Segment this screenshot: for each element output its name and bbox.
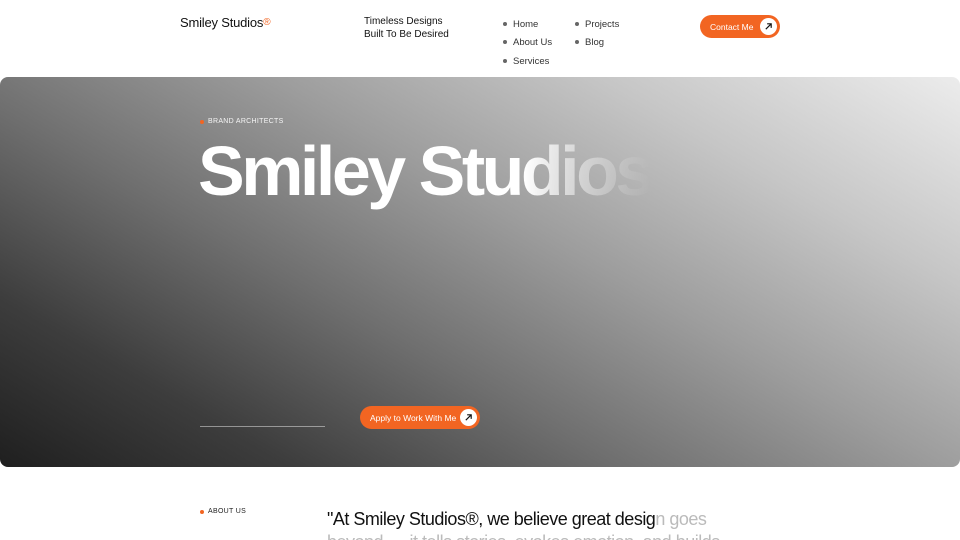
nav-item-about-us[interactable]: About Us [503,36,552,48]
hero-title: Smiley Studios [198,132,654,210]
about-quote: "At Smiley Studios®, we believe great de… [327,508,747,540]
nav-item-services[interactable]: Services [503,55,549,67]
nav-item-blog[interactable]: Blog [575,36,604,48]
nav-item-home[interactable]: Home [503,18,538,30]
bullet-icon [503,40,507,44]
bullet-icon [575,40,579,44]
arrow-up-right-icon [760,18,777,35]
accent-dot-icon [200,119,204,124]
hero-eyebrow-label: BRAND ARCHITECTS [208,118,284,125]
about-quote-highlighted: "At Smiley Studios®, we believe great de… [327,509,656,529]
about-us-label-text: ABOUT US [208,508,247,515]
contact-me-label: Contact Me [710,21,754,32]
apply-to-work-button[interactable]: Apply to Work With Me [360,406,480,429]
apply-label: Apply to Work With Me [370,412,457,423]
header-tagline: Timeless Designs Built To Be Desired [364,15,449,41]
bullet-icon [575,22,579,26]
arrow-up-right-icon [460,409,477,426]
brand-logo[interactable]: Smiley Studios® [180,15,271,30]
nav-item-label: Projects [585,18,620,30]
bullet-icon [503,59,507,63]
hero-eyebrow: BRAND ARCHITECTS [200,118,284,125]
contact-me-button[interactable]: Contact Me [700,15,780,38]
about-us-label: ABOUT US [200,508,246,515]
nav-item-label: Home [513,18,539,30]
tagline-line-1: Timeless Designs [364,16,443,27]
hero-divider [200,426,325,427]
brand-name: Smiley Studios [180,15,264,30]
nav-item-label: Blog [585,36,605,48]
nav-item-label: Services [513,55,550,67]
bullet-icon [503,22,507,26]
main-nav: Home About Us Services Projects Blog [503,18,663,68]
nav-item-label: About Us [513,36,553,48]
hero-section: BRAND ARCHITECTS Smiley Studios Apply to… [0,77,960,467]
tagline-line-2: Built To Be Desired [364,29,449,40]
accent-dot-icon [200,509,204,514]
nav-item-projects[interactable]: Projects [575,18,619,30]
registered-mark: ® [263,17,271,28]
